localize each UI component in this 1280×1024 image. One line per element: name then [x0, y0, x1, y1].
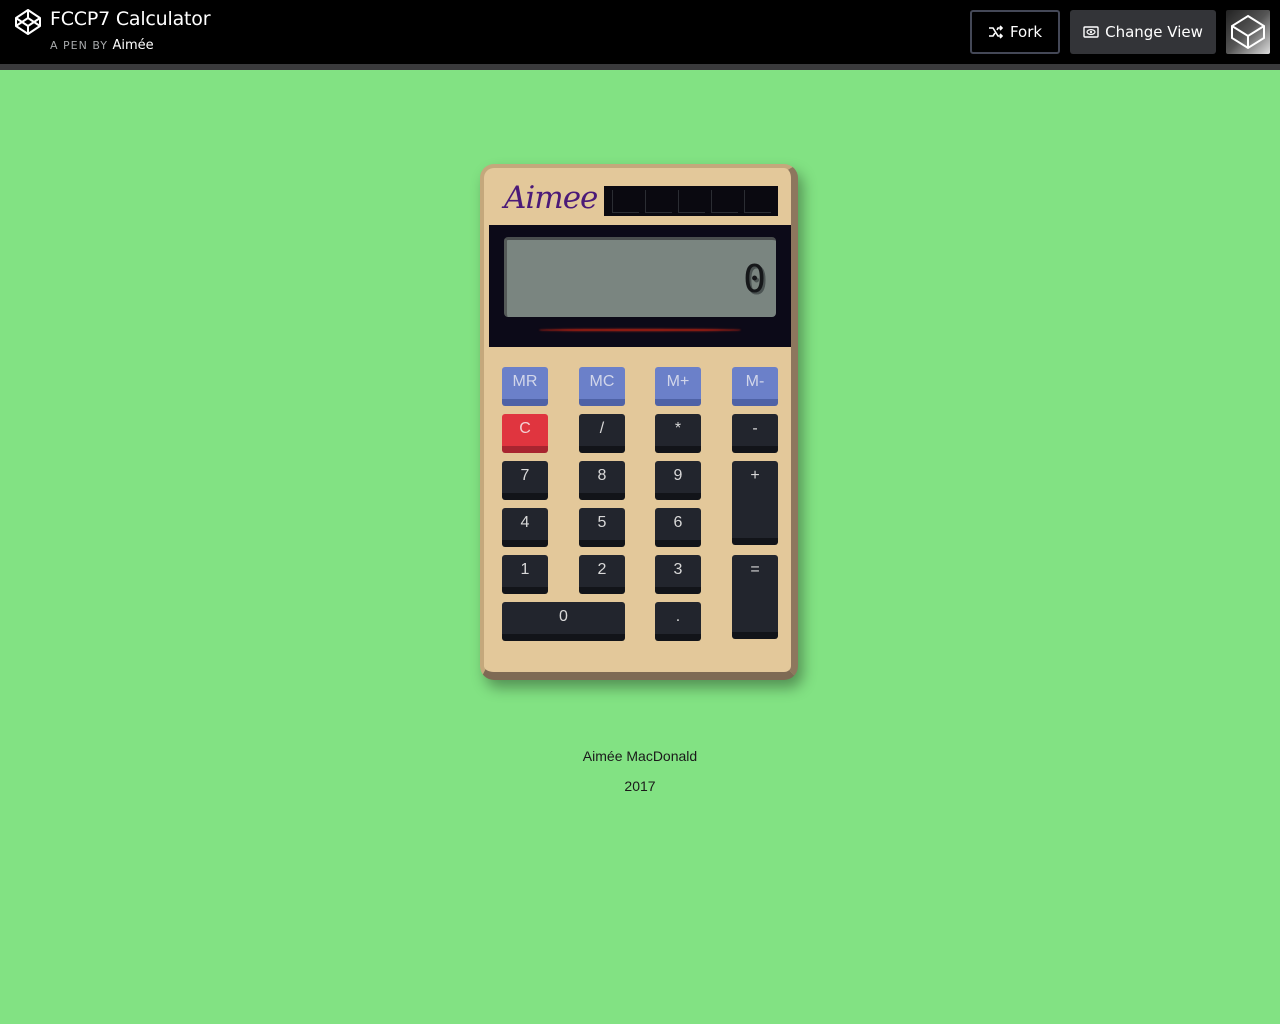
byline-prefix: A PEN BY: [50, 39, 108, 52]
change-view-button[interactable]: Change View: [1070, 10, 1216, 54]
digit-8-button[interactable]: 8: [579, 461, 625, 500]
memory-recall-button[interactable]: MR: [502, 367, 548, 406]
fork-icon: [988, 25, 1004, 39]
solar-cell: [611, 189, 639, 213]
digit-0-button[interactable]: 0: [502, 602, 625, 641]
digit-9-button[interactable]: 9: [655, 461, 701, 500]
solar-panel: [604, 186, 778, 216]
digit-6-button[interactable]: 6: [655, 508, 701, 547]
digit-7-button[interactable]: 7: [502, 461, 548, 500]
digit-5-button[interactable]: 5: [579, 508, 625, 547]
digit-2-button[interactable]: 2: [579, 555, 625, 594]
codepen-header: FCCP7 Calculator A PEN BY Aimée Fork Cha…: [0, 0, 1280, 70]
solar-cell: [743, 189, 771, 213]
solar-cell: [710, 189, 738, 213]
add-button[interactable]: +: [732, 461, 778, 545]
codepen-logo-icon[interactable]: [14, 8, 42, 36]
fork-label: Fork: [1009, 23, 1043, 41]
memory-subtract-button[interactable]: M-: [732, 367, 778, 406]
clear-button[interactable]: C: [502, 414, 548, 453]
solar-cell: [677, 189, 705, 213]
equals-button[interactable]: =: [732, 555, 778, 639]
fork-button[interactable]: Fork: [970, 10, 1060, 54]
calculator-display: 0: [504, 237, 776, 317]
solar-cell: [644, 189, 672, 213]
divide-button[interactable]: /: [579, 414, 625, 453]
display-bezel: 0: [489, 225, 791, 347]
eye-icon: [1083, 26, 1099, 38]
digit-1-button[interactable]: 1: [502, 555, 548, 594]
change-view-label: Change View: [1105, 23, 1203, 41]
user-avatar[interactable]: [1226, 10, 1270, 54]
display-accent-line: [539, 329, 741, 331]
footer-author: Aimée MacDonald: [582, 748, 698, 764]
subtract-button[interactable]: -: [732, 414, 778, 453]
memory-clear-button[interactable]: MC: [579, 367, 625, 406]
decimal-button[interactable]: .: [655, 602, 701, 641]
digit-4-button[interactable]: 4: [502, 508, 548, 547]
memory-add-button[interactable]: M+: [655, 367, 701, 406]
multiply-button[interactable]: *: [655, 414, 701, 453]
digit-3-button[interactable]: 3: [655, 555, 701, 594]
avatar-codepen-icon: [1231, 14, 1265, 50]
calculator: Aimee 0 MR MC M+ M- C / * - 7 8 9 + 4 5 …: [480, 164, 798, 680]
pen-title: FCCP7 Calculator: [50, 8, 211, 30]
footer-year: 2017: [624, 778, 656, 794]
pen-byline: A PEN BY Aimée: [50, 38, 154, 53]
calculator-brand: Aimee: [504, 180, 598, 216]
author-link[interactable]: Aimée: [113, 38, 154, 53]
